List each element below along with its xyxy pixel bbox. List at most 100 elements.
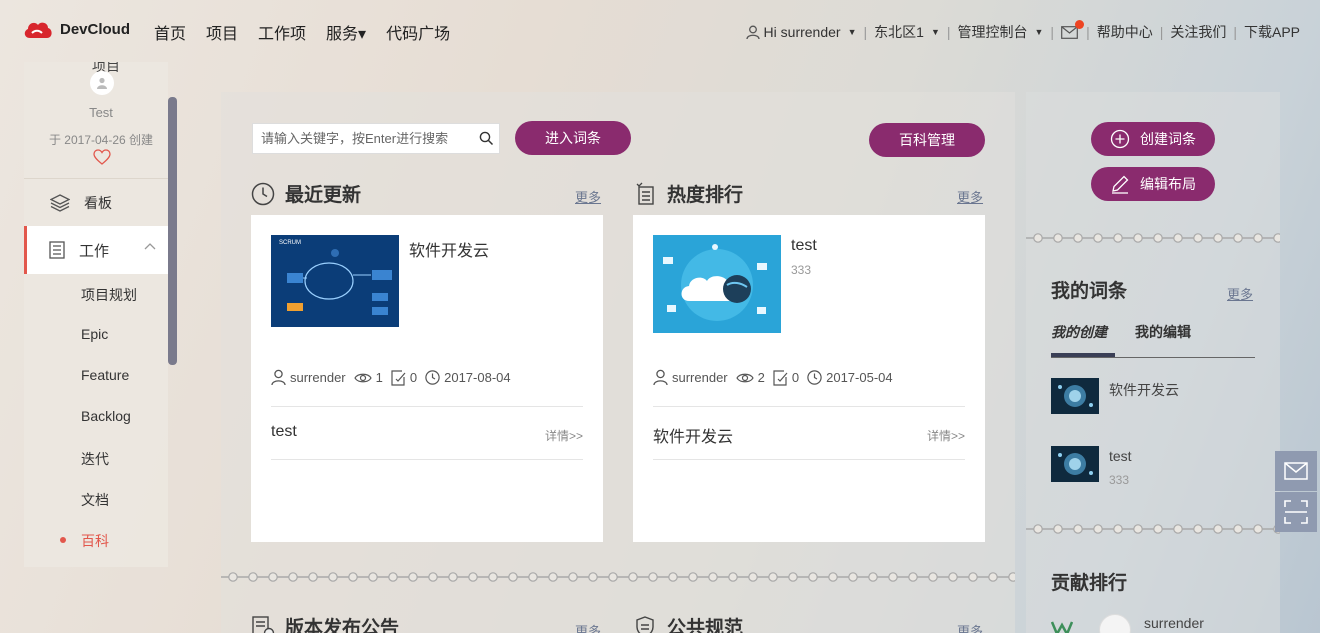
sidebar-item-feature[interactable]: Feature [81,367,129,383]
layers-icon [50,193,70,212]
divider: | [1233,24,1237,40]
help-center-link[interactable]: 帮助中心 [1097,22,1153,42]
detail-link[interactable]: 详情>> [545,427,583,444]
entry-thumbnail-image [1051,446,1099,482]
search-input[interactable] [261,131,481,146]
avatar-icon [97,77,107,89]
button-label: 编辑布局 [1140,176,1196,192]
devcloud-logo[interactable]: DevCloud [22,18,130,40]
dotted-divider [1026,524,1280,534]
divider [653,406,965,407]
section-heading: 最近更新 [285,185,362,206]
download-app-link[interactable]: 下载APP [1244,22,1300,42]
search-icon[interactable] [479,131,494,146]
scan-float-button[interactable] [1275,492,1317,532]
my-entries-title: 我的词条 [1051,281,1128,302]
caret-down-icon: ▼ [847,27,857,37]
entry-title[interactable]: test [791,237,817,255]
clock-icon [251,182,275,205]
edit-layout-button[interactable]: 编辑布局 [1091,167,1215,201]
sidebar-item-backlog[interactable]: Backlog [81,408,131,424]
shield-doc-icon [636,615,654,633]
nav-code-plaza[interactable]: 代码广场 [386,20,450,44]
messages-button[interactable] [1061,19,1085,39]
divider [653,459,965,460]
sidebar-item-work[interactable]: 工作 [24,226,168,274]
nav-workitems[interactable]: 工作项 [258,20,306,44]
recent-entry-card[interactable]: SCRUM 软件开发云 surrender 1 0 2017-08-04 tes… [251,215,603,542]
top-navbar: DevCloud 首页 项目 工作项 服务▾ 代码广场 Hi surrender… [0,0,1320,62]
edit-doc-icon [391,369,406,386]
cloud-logo-icon [24,22,52,38]
my-entry-title: 软件开发云 [1109,382,1179,398]
user-menu[interactable]: Hi surrender ▼ [745,24,857,40]
recent-more-link[interactable]: 更多 [575,187,601,206]
contribution-ranking-title: 贡献排行 [1051,573,1128,594]
nav-home[interactable]: 首页 [154,20,186,44]
dotted-divider [1026,233,1280,243]
rank-badge-icon [1051,621,1073,633]
my-entry-item[interactable]: 软件开发云 [1051,378,1271,418]
favorite-heart-icon[interactable] [93,149,111,170]
cloud-network-thumbnail-image [653,235,781,333]
hot-more-link[interactable]: 更多 [957,187,983,206]
nav-projects[interactable]: 项目 [206,20,238,44]
section-heading: 版本发布公告 [285,618,400,633]
entry-author: surrender [290,370,346,385]
recent-section-title: 最近更新 [251,180,361,207]
message-float-button[interactable] [1275,451,1317,491]
active-tab-indicator [1051,353,1115,357]
divider: | [863,24,868,40]
divider: | [1050,24,1055,40]
enter-entry-button[interactable]: 进入词条 [515,121,631,155]
entry-subtitle: 333 [791,263,812,277]
entry-date: 2017-08-04 [444,370,511,385]
sidebar-scrollbar[interactable] [168,97,177,365]
tab-my-created[interactable]: 我的创建 [1051,322,1107,342]
ranking-item[interactable]: surrender [1051,612,1271,633]
my-entry-item[interactable]: test 333 [1051,446,1271,492]
user-icon [745,25,760,39]
release-more-link[interactable]: 更多 [575,621,601,633]
chevron-up-icon [144,243,156,250]
my-entry-subtitle: 333 [1109,473,1130,487]
public-more-link[interactable]: 更多 [957,621,983,633]
console-menu[interactable]: 管理控制台 ▼ [958,22,1044,42]
user-icon [653,369,668,386]
hot-entry-card[interactable]: test 333 surrender 2 0 2017-05-04 软件开发云 … [633,215,985,542]
project-avatar [90,71,114,95]
entry-title[interactable]: 软件开发云 [409,237,489,261]
my-entries-more-link[interactable]: 更多 [1227,284,1253,303]
sidebar-item-project-plan[interactable]: 项目规划 [81,285,137,305]
sidebar-item-label: 看板 [84,194,112,211]
entry-summary: test [271,423,297,440]
project-created-date: 于 2017-04-26 创建 [48,133,154,147]
ranking-user: surrender [1144,615,1204,631]
region-label: 东北区1 [874,24,924,40]
scan-qr-icon [1284,500,1308,524]
tab-my-edited[interactable]: 我的编辑 [1135,322,1191,342]
clock-icon [807,370,822,385]
region-select[interactable]: 东北区1 ▼ [874,22,940,42]
sidebar-item-epic[interactable]: Epic [81,326,108,342]
sidebar-item-docs[interactable]: 文档 [81,490,109,510]
sidebar-item-board[interactable]: 看板 [24,178,168,226]
wiki-manage-button[interactable]: 百科管理 [869,123,985,157]
sidebar-item-wiki[interactable]: 百科 [60,531,109,551]
create-entry-button[interactable]: 创建词条 [1091,122,1215,156]
divider [271,459,583,460]
entry-thumbnail-image [1051,378,1099,414]
console-label: 管理控制台 [957,24,1028,40]
entry-summary: 软件开发云 [653,429,734,446]
eye-icon [735,373,754,382]
user-greeting: Hi surrender [763,24,841,40]
nav-services[interactable]: 服务▾ [326,20,366,44]
follow-us-link[interactable]: 关注我们 [1170,22,1226,42]
sidebar-item-iteration[interactable]: 迭代 [81,449,109,469]
entry-views: 2 [757,370,765,385]
ranking-list-icon [636,182,654,205]
edit-doc-icon [773,369,788,386]
entry-meta: surrender 2 0 2017-05-04 [653,369,893,386]
project-name: Test [89,105,113,120]
detail-link[interactable]: 详情>> [927,427,965,444]
